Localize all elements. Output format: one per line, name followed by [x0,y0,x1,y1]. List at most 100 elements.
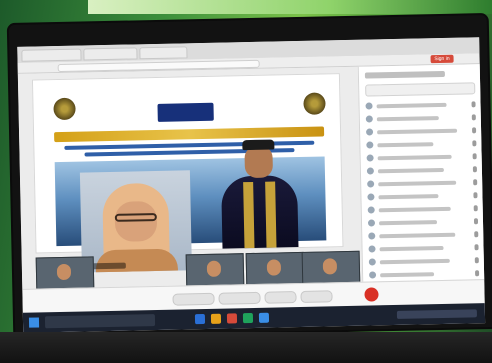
participant-thumbnail[interactable] [245,251,305,286]
microphone-icon[interactable] [471,100,476,107]
microphone-icon[interactable] [475,269,480,276]
microphone-icon[interactable] [473,204,478,211]
participant-row[interactable] [368,241,479,254]
taskbar-search[interactable] [44,314,156,329]
participant-name [379,232,456,238]
participant-row[interactable] [367,202,478,215]
taskbar-app-icon[interactable] [210,313,222,324]
participant-avatar [367,206,375,214]
video-button[interactable] [218,291,261,305]
taskbar-app-icon[interactable] [194,313,206,325]
system-tray[interactable] [396,309,478,319]
gown-trim [243,181,255,249]
participant-avatar [368,232,376,240]
taskbar-app-icon[interactable] [242,312,254,324]
participant-avatar [368,245,376,253]
participant-row[interactable] [366,124,477,137]
participant-name [378,206,451,212]
microphone-icon[interactable] [472,139,477,146]
participant-avatar [365,102,373,110]
participant-row[interactable] [365,111,476,124]
participant-avatar [369,271,377,279]
microphone-icon[interactable] [472,152,477,159]
participant-name [378,219,438,225]
participant-row[interactable] [369,267,480,280]
participant-row[interactable] [365,98,476,111]
participant-avatar [365,115,373,123]
participant-row[interactable] [366,137,477,150]
sign-in-button[interactable]: Sign in [430,54,454,64]
thumbnail-avatar [206,260,222,277]
thumbnail-avatar [56,263,72,281]
participant-name [377,128,458,134]
microphone-icon[interactable] [473,191,478,198]
participant-name [380,271,435,277]
portrait-cap [242,139,275,151]
microphone-icon[interactable] [472,165,477,172]
participant-avatar [368,258,376,266]
microphone-icon[interactable] [474,230,479,237]
participant-name [376,102,447,108]
windows-start-icon[interactable] [28,317,40,328]
participant-search-input[interactable] [365,82,476,97]
more-button[interactable] [300,290,333,303]
thumbnail-avatar [266,259,282,276]
browser-tab[interactable] [83,47,138,61]
microphone-icon[interactable] [471,113,476,120]
gown-trim [265,181,277,248]
institution-logo [157,102,214,122]
participant-row[interactable] [366,150,477,163]
participant-name [378,180,457,186]
participant-avatar [366,167,374,175]
microphone-icon[interactable] [474,256,479,263]
participant-name [378,193,439,199]
share-button[interactable] [264,291,297,304]
mute-button[interactable] [172,292,215,306]
participants-header [364,70,445,79]
participants-panel [357,64,486,282]
thumbnail-avatar [322,258,338,275]
microphone-icon[interactable] [472,126,477,133]
participant-name [377,141,434,147]
participant-thumbnail[interactable] [185,253,245,287]
participant-name [376,115,439,121]
taskbar-app-icon[interactable] [226,313,238,324]
participant-avatar [367,180,375,188]
speaker-glasses [114,212,157,222]
browser-tab[interactable] [21,48,82,62]
crest-logo-left [53,97,76,121]
microphone-icon[interactable] [473,178,478,185]
backdrop-banner [88,0,492,14]
participant-row[interactable] [368,228,479,241]
participant-avatar [367,193,375,201]
participant-row[interactable] [367,215,479,228]
participant-name [379,245,444,251]
participant-row[interactable] [367,189,478,202]
participant-avatar [366,128,374,136]
participant-name [377,154,452,160]
participant-thumbnail[interactable] [301,250,361,284]
phone-hangup-icon[interactable] [364,287,379,302]
participant-avatar [366,141,374,149]
participant-row[interactable] [368,254,479,267]
participant-row[interactable] [367,176,478,189]
academic-gown [221,175,299,249]
microphone-icon[interactable] [473,217,479,224]
participant-name [379,258,450,264]
participant-avatar [367,219,376,227]
slide-portrait [220,135,299,249]
portrait-head [244,145,274,179]
browser-tab[interactable] [139,46,188,60]
laptop-bezel: Sign in [8,15,492,337]
crest-logo-right [303,92,326,115]
meeting-stage [17,66,363,290]
taskbar-app-icon[interactable] [258,312,270,323]
participant-thumbnail[interactable] [35,256,95,290]
laptop-screen: Sign in [17,37,486,333]
laptop-keyboard-edge [0,332,492,363]
participant-list [365,98,480,282]
participant-name [377,167,444,173]
participant-avatar [366,154,374,162]
microphone-icon[interactable] [474,243,479,250]
participant-row[interactable] [366,163,477,176]
